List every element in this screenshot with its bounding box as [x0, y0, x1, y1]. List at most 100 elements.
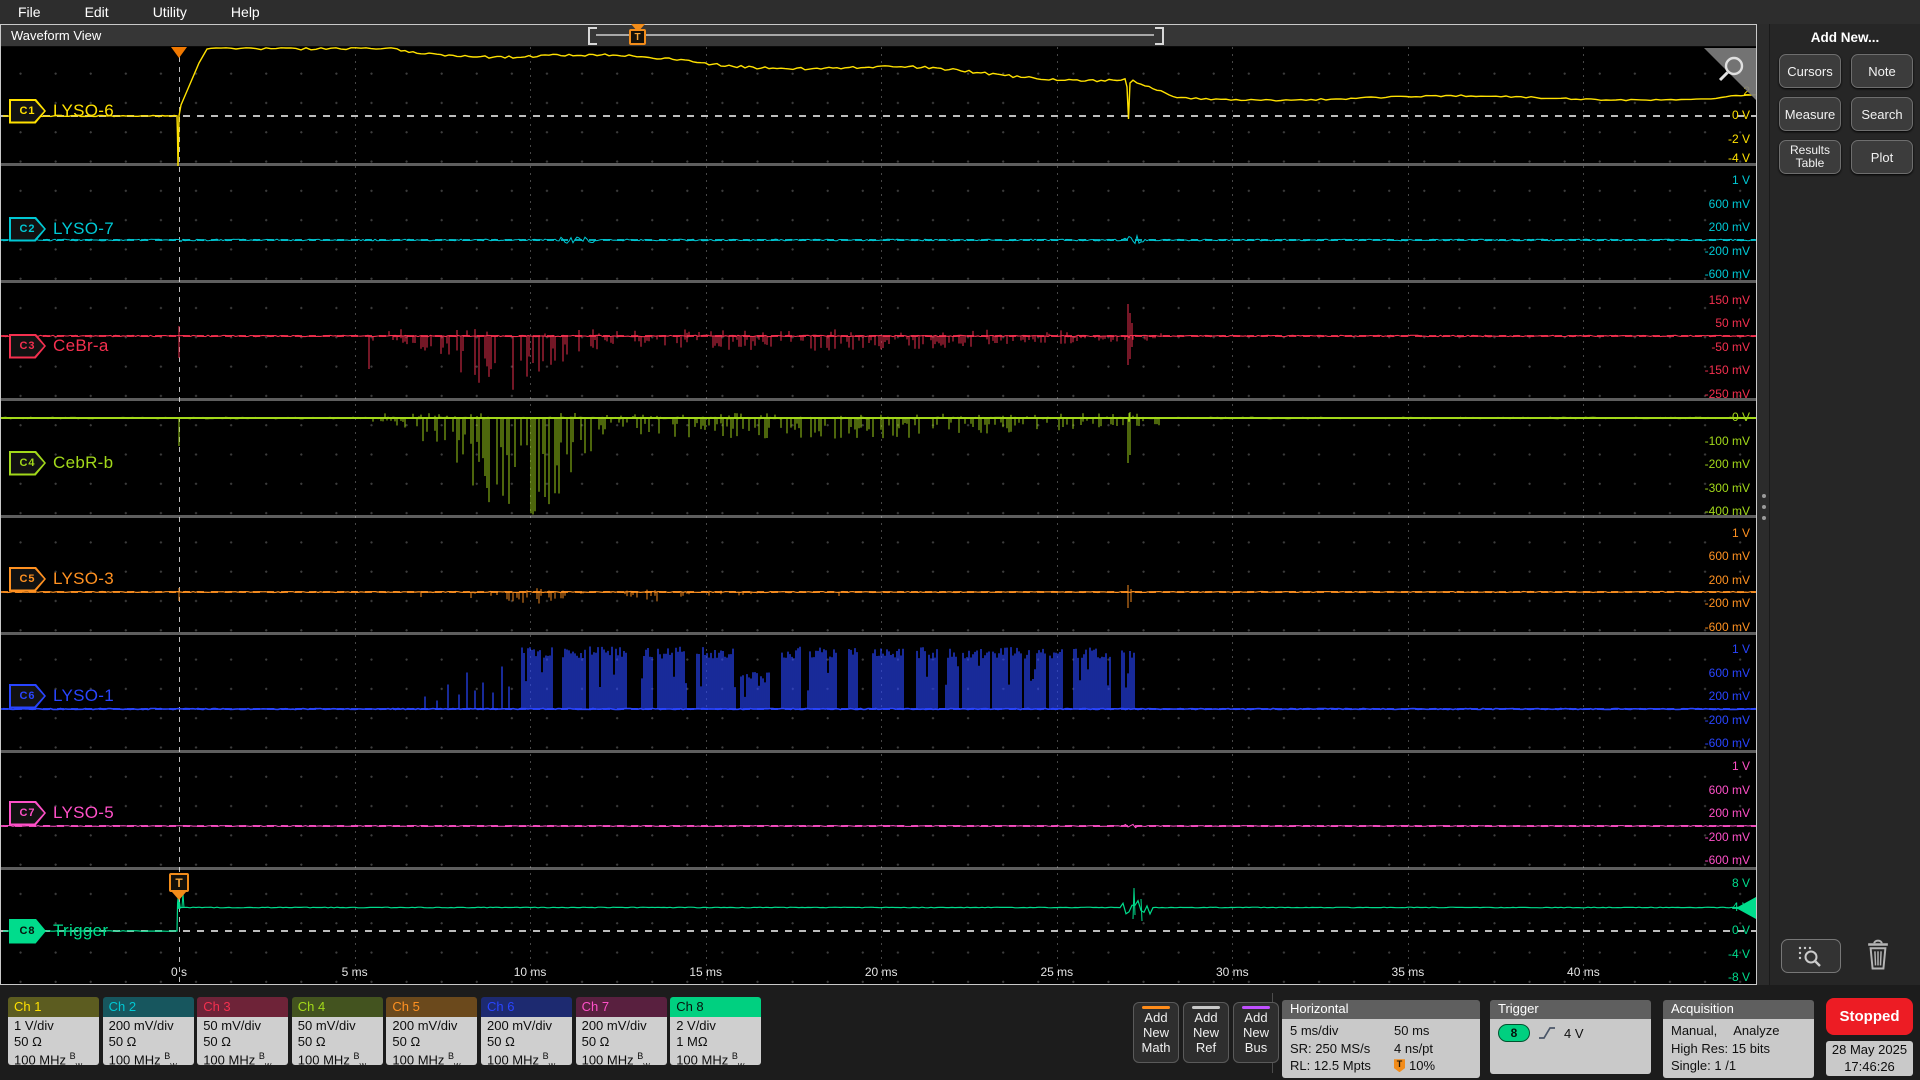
channel-tag-c8[interactable]: C8 [9, 919, 46, 944]
date: 28 May 2025 [1826, 1042, 1913, 1059]
channel-badge-c1[interactable]: Ch 11 V/div50 Ω100 MHz BW [8, 997, 99, 1065]
channel-vdiv: 200 mV/div [582, 1018, 661, 1034]
channel-label-c1[interactable]: LYSO-6 [53, 101, 114, 121]
channel-tag-c1[interactable]: C1 [9, 99, 46, 124]
add-new-ref-button[interactable]: AddNewRef [1183, 1002, 1229, 1063]
channel-impedance: 50 Ω [109, 1034, 188, 1050]
channel-badge-c8[interactable]: Ch 82 V/div1 MΩ100 MHz BW [670, 997, 761, 1065]
search-button[interactable]: Search [1851, 97, 1913, 131]
channel-label-c5[interactable]: LYSO-3 [53, 569, 114, 589]
trigger-source-badge: 8 [1498, 1024, 1530, 1042]
add-new-math-button[interactable]: AddNewMath [1133, 1002, 1179, 1063]
channel-badge-c3[interactable]: Ch 350 mV/div50 Ω100 MHz BW [197, 997, 288, 1065]
measure-button[interactable]: Measure [1779, 97, 1841, 131]
channel-label-c8[interactable]: Trigger [53, 921, 108, 941]
sample-interval: 4 ns/pt [1394, 1040, 1433, 1058]
bottom-status-bar: Horizontal 5 ms/div 50 ms SR: 250 MS/s 4… [0, 985, 1920, 1080]
channel-badge-title: Ch 3 [197, 997, 288, 1017]
channel-tag-c3[interactable]: C3 [9, 334, 46, 359]
scale-label: 0 V [1732, 410, 1750, 424]
channel-impedance: 50 Ω [392, 1034, 471, 1050]
datetime-badge: 28 May 2025 17:46:26 [1826, 1041, 1913, 1076]
trigger-flag[interactable]: T [169, 873, 189, 892]
channel-label-c6[interactable]: LYSO-1 [53, 686, 114, 706]
scale-label: 0 V [1732, 108, 1750, 122]
menu-edit[interactable]: Edit [85, 4, 109, 20]
time-label: 25 ms [1040, 965, 1073, 979]
channel-badge-title: Ch 6 [481, 997, 572, 1017]
time-label: 30 ms [1216, 965, 1249, 979]
channel-vdiv: 1 V/div [14, 1018, 93, 1034]
channel-badge-c2[interactable]: Ch 2200 mV/div50 Ω100 MHz BW [103, 997, 194, 1065]
menu-file[interactable]: File [18, 4, 41, 20]
channel-impedance: 1 MΩ [676, 1034, 755, 1050]
add-new-bus-button[interactable]: AddNewBus [1233, 1002, 1279, 1063]
channel-bandwidth: 100 MHz BW [392, 1049, 471, 1065]
trash-button[interactable] [1863, 939, 1893, 971]
channel-tag-c4[interactable]: C4 [9, 451, 46, 476]
channel-vdiv: 200 mV/div [487, 1018, 566, 1034]
corner-zoom-icon[interactable] [1702, 48, 1756, 105]
plot-button[interactable]: Plot [1851, 140, 1913, 174]
channel-badge-settings: 200 mV/div50 Ω100 MHz BW [576, 1017, 667, 1065]
channel-tag-c2[interactable]: C2 [9, 217, 46, 242]
acquisition-mode: Manual, [1671, 1022, 1717, 1040]
scale-label: 1 V [1732, 173, 1750, 187]
overview-record-line [596, 34, 1154, 36]
channel-label-c7[interactable]: LYSO-5 [53, 803, 114, 823]
results-table-button[interactable]: Results Table [1779, 140, 1841, 174]
trigger-panel[interactable]: Trigger 8 4 V [1490, 1000, 1651, 1074]
channel-badge-c7[interactable]: Ch 7200 mV/div50 Ω100 MHz BW [576, 997, 667, 1065]
trigger-top-triangle[interactable] [171, 47, 187, 58]
button-label-line: New [1134, 1025, 1178, 1040]
scale-label: -200 mV [1705, 596, 1750, 610]
run-stop-status[interactable]: Stopped [1826, 998, 1913, 1035]
scale-label: 200 mV [1709, 806, 1750, 820]
overview-bracket-left[interactable] [588, 27, 597, 45]
panel-resize-handle[interactable] [1757, 24, 1770, 985]
horizontal-panel-title: Horizontal [1282, 1000, 1480, 1019]
channel-tag-c5[interactable]: C5 [9, 567, 46, 592]
add-new-button-group: Cursors Note Measure Search Results Table Plo… [1779, 54, 1913, 174]
channel-impedance: 50 Ω [582, 1034, 661, 1050]
waveform-view-titlebar[interactable]: Waveform View T [1, 25, 1756, 47]
channel-tag-c6[interactable]: C6 [9, 684, 46, 709]
note-button[interactable]: Note [1851, 54, 1913, 88]
channel-vdiv: 50 mV/div [203, 1018, 282, 1034]
zoom-select-icon [1794, 944, 1828, 968]
channel-tag-c7[interactable]: C7 [9, 801, 46, 826]
overview-bracket-right[interactable] [1155, 27, 1164, 45]
scale-label: -300 mV [1705, 481, 1750, 495]
channel-bandwidth: 100 MHz BW [676, 1049, 755, 1065]
cursors-button[interactable]: Cursors [1779, 54, 1841, 88]
time-label: 35 ms [1392, 965, 1425, 979]
zoom-select-button[interactable] [1781, 939, 1841, 973]
trigger-level-arrow[interactable] [1736, 897, 1756, 919]
channel-vdiv: 200 mV/div [109, 1018, 188, 1034]
channel-label-c2[interactable]: LYSO-7 [53, 219, 114, 239]
trigger-position-icon: T [1394, 1059, 1405, 1072]
button-label-line: New [1234, 1025, 1278, 1040]
add-new-title: Add New... [1770, 30, 1920, 45]
channel-badge-title: Ch 7 [576, 997, 667, 1017]
channel-label-c3[interactable]: CeBr-a [53, 336, 109, 356]
channel-vdiv: 2 V/div [676, 1018, 755, 1034]
horizontal-panel[interactable]: Horizontal 5 ms/div 50 ms SR: 250 MS/s 4… [1282, 1000, 1480, 1078]
time-label: 20 ms [865, 965, 898, 979]
scale-label: -8 V [1728, 970, 1750, 984]
menu-utility[interactable]: Utility [153, 4, 187, 20]
channel-label-c4[interactable]: CebR-b [53, 453, 113, 473]
scale-label: 1 V [1732, 759, 1750, 773]
time-label: 5 ms [342, 965, 368, 979]
channel-badge-c4[interactable]: Ch 450 mV/div50 Ω100 MHz BW [292, 997, 383, 1065]
channel-badge-title: Ch 8 [670, 997, 761, 1017]
channel-badge-settings: 1 V/div50 Ω100 MHz BW [8, 1017, 99, 1065]
waveform-plot-area[interactable]: C1LYSO-620 V-2 V-4 VC2LYSO-71 V600 mV200… [1, 47, 1756, 984]
channel-badge-title: Ch 4 [292, 997, 383, 1017]
acquisition-panel[interactable]: Acquisition Manual, Analyze High Res: 15… [1663, 1000, 1814, 1078]
acquisition-analyze: Analyze [1733, 1022, 1779, 1040]
menu-help[interactable]: Help [231, 4, 260, 20]
scale-label: -200 mV [1705, 244, 1750, 258]
channel-badge-c5[interactable]: Ch 5200 mV/div50 Ω100 MHz BW [386, 997, 477, 1065]
channel-badge-c6[interactable]: Ch 6200 mV/div50 Ω100 MHz BW [481, 997, 572, 1065]
